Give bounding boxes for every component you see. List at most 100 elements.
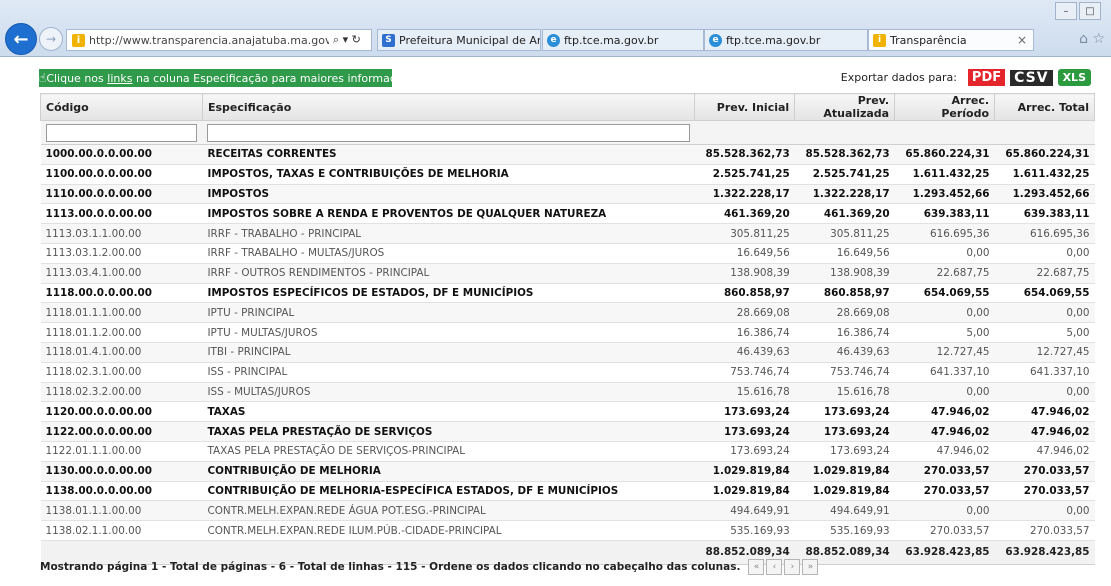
cell-codigo: 1130.00.0.0.00.00 — [40, 461, 203, 482]
cell-codigo: 1113.03.4.1.00.00 — [40, 263, 203, 284]
cell-especificacao[interactable]: IMPOSTOS, TAXAS E CONTRIBUIÇÕES DE MELHO… — [202, 164, 695, 185]
col-header-codigo[interactable]: Código — [40, 93, 203, 121]
cell-arrec-periodo: 47.946,02 — [894, 421, 995, 442]
table-row: 1122.01.1.1.00.00 TAXAS PELA PRESTAÇÃO DE… — [40, 441, 1095, 462]
cell-arrec-total: 47.946,02 — [994, 421, 1095, 442]
cell-especificacao[interactable]: RECEITAS CORRENTES — [202, 144, 695, 165]
export-csv-button[interactable]: CSV — [1010, 69, 1053, 86]
especificacao-filter-input[interactable] — [207, 123, 690, 142]
table-body: 1000.00.0.0.00.00 RECEITAS CORRENTES 85.52… — [40, 120, 1095, 541]
col-header-especificacao[interactable]: Especificação — [201, 93, 696, 121]
tab-label: Prefeitura Municipal de Anajat... — [399, 33, 540, 47]
cell-especificacao[interactable]: IRRF - TRABALHO - MULTAS/JUROS — [202, 243, 695, 264]
cell-especificacao[interactable]: IRRF - TRABALHO - PRINCIPAL — [202, 223, 695, 244]
cell-arrec-periodo: 270.033,57 — [894, 461, 995, 482]
cell-especificacao[interactable]: CONTR.MELH.EXPAN.REDE ÁGUA POT.ESG.-PRIN… — [202, 500, 695, 522]
cell-especificacao[interactable]: ISS - PRINCIPAL — [202, 362, 695, 383]
cell-especificacao[interactable]: ITBI - PRINCIPAL — [202, 342, 695, 363]
cell-codigo: 1118.01.1.1.00.00 — [40, 302, 203, 324]
table-row: 1113.03.1.1.00.00 IRRF - TRABALHO - PRINC… — [40, 223, 1095, 244]
cell-especificacao[interactable]: IPTU - MULTAS/JUROS — [202, 322, 695, 343]
cell-prev-atualizada: 1.322.228,17 — [794, 184, 895, 205]
table-row: 1000.00.0.0.00.00 RECEITAS CORRENTES 85.52… — [40, 144, 1095, 165]
forward-button[interactable]: → — [39, 27, 63, 51]
first-page-button[interactable]: « — [748, 559, 765, 575]
last-page-button[interactable]: » — [802, 559, 819, 575]
table-row: 1113.03.1.2.00.00 IRRF - TRABALHO - MULTA… — [40, 243, 1095, 264]
cell-especificacao[interactable]: CONTR.MELH.EXPAN.REDE ILUM.PÚB.-CIDADE-P… — [202, 520, 695, 541]
cell-prev-inicial: 461.369,20 — [694, 203, 795, 225]
tab-ftp-1[interactable]: e ftp.tce.ma.gov.br — [542, 29, 704, 51]
cell-prev-atualizada: 305.811,25 — [794, 223, 895, 244]
info-banner: ☝ Clique nos links na coluna Especificaç… — [39, 69, 419, 87]
site-s-icon: S — [382, 33, 395, 47]
cell-arrec-periodo: 0,00 — [894, 500, 995, 522]
cell-prev-atualizada: 15.616,78 — [794, 382, 895, 403]
tab-prefeitura[interactable]: S Prefeitura Municipal de Anajat... — [377, 29, 541, 51]
cell-especificacao[interactable]: TAXAS PELA PRESTAÇÃO DE SERVIÇOS-PRINCIP… — [202, 441, 695, 462]
cell-prev-atualizada: 2.525.741,25 — [794, 164, 895, 185]
codigo-filter-input[interactable] — [45, 123, 198, 142]
maximize-button[interactable]: □ — [1079, 2, 1101, 20]
filter-row — [40, 120, 1095, 145]
cell-arrec-periodo: 0,00 — [894, 302, 995, 324]
table-row: 1118.02.3.1.00.00 ISS - PRINCIPAL 753.746,… — [40, 362, 1095, 383]
cell-codigo: 1113.00.0.0.00.00 — [40, 203, 203, 225]
cell-codigo: 1118.02.3.1.00.00 — [40, 362, 203, 383]
close-icon[interactable]: × — [1017, 33, 1027, 47]
cell-codigo: 1138.01.1.1.00.00 — [40, 500, 203, 522]
url-text[interactable]: http://www.transparencia.anajatuba.ma.go… — [89, 34, 329, 47]
export-pdf-button[interactable]: PDF — [967, 69, 1006, 86]
table-row: 1120.00.0.0.00.00 TAXAS 173.693,24 173.693,… — [40, 401, 1095, 423]
col-header-prev-inicial[interactable]: Prev. Inicial — [694, 93, 796, 121]
export-xls-button[interactable]: XLS — [1057, 69, 1091, 86]
cell-especificacao[interactable]: TAXAS PELA PRESTAÇÃO DE SERVIÇOS — [202, 421, 695, 442]
cell-especificacao[interactable]: IMPOSTOS — [202, 184, 695, 205]
home-favorites-icons[interactable]: ⌂ ☆ — [1079, 31, 1105, 47]
cell-especificacao[interactable]: CONTRIBUIÇÃO DE MELHORIA — [202, 461, 695, 482]
address-bar-controls[interactable]: ⌕ ▾ ↻ — [333, 33, 361, 47]
cell-especificacao[interactable]: IPTU - PRINCIPAL — [202, 302, 695, 324]
cell-especificacao[interactable]: ISS - MULTAS/JUROS — [202, 382, 695, 403]
cell-codigo: 1122.01.1.1.00.00 — [40, 441, 203, 462]
cell-codigo: 1113.03.1.2.00.00 — [40, 243, 203, 264]
cell-arrec-total: 65.860.224,31 — [994, 144, 1095, 165]
cell-especificacao[interactable]: IMPOSTOS SOBRE A RENDA E PROVENTOS DE QU… — [202, 203, 695, 225]
cell-prev-atualizada: 860.858,97 — [794, 283, 895, 304]
cell-especificacao[interactable]: TAXAS — [202, 401, 695, 423]
col-header-prev-atualizada[interactable]: Prev. Atualizada — [794, 93, 896, 121]
browser-chrome: – □ ← → i http://www.transparencia.anaja… — [0, 0, 1111, 57]
cell-arrec-total: 270.033,57 — [994, 481, 1095, 502]
col-header-arrec-periodo[interactable]: Arrec. Período — [894, 93, 996, 121]
cell-especificacao[interactable]: IRRF - OUTROS RENDIMENTOS - PRINCIPAL — [202, 263, 695, 284]
back-button[interactable]: ← — [5, 23, 37, 55]
cell-codigo: 1110.00.0.0.00.00 — [40, 184, 203, 205]
next-page-button[interactable]: › — [784, 559, 801, 575]
cell-prev-inicial: 85.528.362,73 — [694, 144, 795, 165]
minimize-button[interactable]: – — [1055, 2, 1077, 20]
cell-arrec-periodo: 22.687,75 — [894, 263, 995, 284]
cell-prev-atualizada: 46.439,63 — [794, 342, 895, 363]
tab-ftp-2[interactable]: e ftp.tce.ma.gov.br — [704, 29, 868, 51]
cell-especificacao[interactable]: CONTRIBUIÇÃO DE MELHORIA-ESPECÍFICA ESTA… — [202, 481, 695, 502]
tab-label: ftp.tce.ma.gov.br — [564, 33, 659, 47]
links-link[interactable]: links — [107, 72, 132, 85]
cell-codigo: 1000.00.0.0.00.00 — [40, 144, 203, 165]
table-row: 1113.03.4.1.00.00 IRRF - OUTROS RENDIMENT… — [40, 263, 1095, 284]
cell-prev-inicial: 16.386,74 — [694, 322, 795, 343]
col-header-arrec-total[interactable]: Arrec. Total — [994, 93, 1095, 121]
address-bar[interactable]: i http://www.transparencia.anajatuba.ma.… — [66, 29, 372, 51]
cell-prev-atualizada: 1.029.819,84 — [794, 481, 895, 502]
prev-page-button[interactable]: ‹ — [766, 559, 783, 575]
table-row: 1113.00.0.0.00.00 IMPOSTOS SOBRE A RENDA … — [40, 203, 1095, 225]
cell-arrec-total: 1.611.432,25 — [994, 164, 1095, 185]
cell-especificacao[interactable]: IMPOSTOS ESPECÍFICOS DE ESTADOS, DF E MU… — [202, 283, 695, 304]
cell-prev-inicial: 173.693,24 — [694, 441, 795, 462]
table-row: 1100.00.0.0.00.00 IMPOSTOS, TAXAS E CONTR… — [40, 164, 1095, 185]
cell-prev-inicial: 46.439,63 — [694, 342, 795, 363]
hand-pointer-icon: ☝ — [39, 71, 47, 85]
pager: « ‹ › » — [748, 559, 819, 575]
tab-transparencia[interactable]: i Transparência × — [868, 29, 1034, 51]
cell-arrec-periodo: 1.611.432,25 — [894, 164, 995, 185]
tab-label: ftp.tce.ma.gov.br — [726, 33, 821, 47]
